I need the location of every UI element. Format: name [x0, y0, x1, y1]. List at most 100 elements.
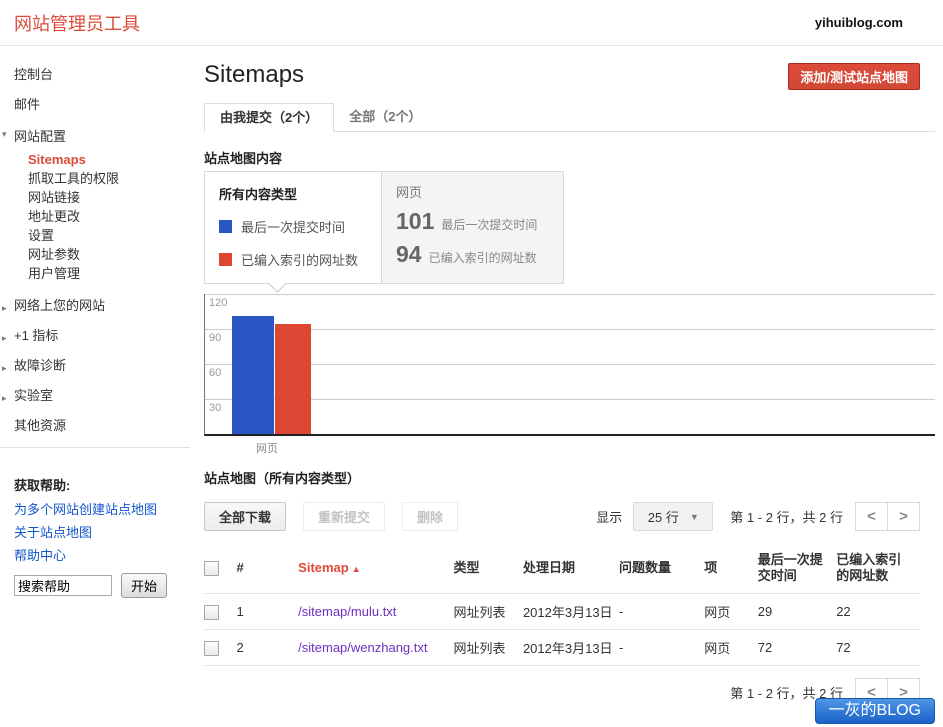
sidebar-group-site-configuration[interactable]: ▾ 网站配置 — [14, 126, 190, 145]
expanded-arrow-icon: ▾ — [2, 129, 7, 140]
delete-button[interactable]: 删除 — [402, 502, 458, 531]
stat-value: 101 — [396, 208, 434, 234]
gridline — [205, 399, 935, 400]
legend-label: 最后一次提交时间 — [241, 217, 345, 236]
sidebar-group-label: 实验室 — [14, 388, 53, 403]
sitemaps-table: # Sitemap▲ 类型 处理日期 问题数量 项 最后一次提交时间 已编入索引… — [204, 543, 920, 666]
col-header-sitemap[interactable]: Sitemap▲ — [298, 543, 453, 594]
sidebar-item-change-of-address[interactable]: 地址更改 — [28, 207, 190, 226]
collapsed-arrow-icon: ▸ — [2, 360, 7, 377]
table-row: 1 /sitemap/mulu.txt 网址列表 2012年3月13日 - 网页… — [204, 594, 920, 630]
sitemaps-table-heading: 站点地图（所有内容类型） — [204, 471, 935, 487]
y-tick-label: 30 — [209, 402, 221, 414]
cell-submitted: 72 — [758, 630, 836, 666]
add-test-sitemap-button[interactable]: 添加/测试站点地图 — [788, 63, 920, 90]
blog-watermark-badge: 一灰的BLOG — [815, 698, 935, 724]
sitemap-link[interactable]: /sitemap/mulu.txt — [298, 604, 396, 619]
stat-value: 94 — [396, 241, 422, 267]
sidebar-item-dashboard[interactable]: 控制台 — [14, 66, 190, 83]
table-toolbar: 全部下载 重新提交 删除 显示 25 行 ▼ 第 1 - 2 行，共 2 行 <… — [204, 502, 920, 531]
sidebar-item-user-management[interactable]: 用户管理 — [28, 264, 190, 283]
help-link-help-center[interactable]: 帮助中心 — [14, 549, 190, 563]
sidebar-divider — [0, 447, 190, 448]
sidebar-group-label: 故障诊断 — [14, 358, 66, 373]
show-label: 显示 — [596, 507, 622, 526]
resubmit-button[interactable]: 重新提交 — [303, 502, 385, 531]
bar-group-web-pages — [232, 316, 311, 434]
tab-bar: 由我提交（2个） 全部（2个） — [204, 103, 935, 132]
row-checkbox[interactable] — [204, 605, 219, 620]
help-link-create-sitemaps[interactable]: 为多个网站创建站点地图 — [14, 503, 190, 517]
sidebar-group-plus-one-metrics[interactable]: ▸ +1 指标 — [14, 327, 190, 344]
y-tick-label: 90 — [209, 332, 221, 344]
content-type-title: 所有内容类型 — [219, 184, 381, 203]
col-header-number: # — [236, 543, 298, 594]
sidebar-item-sitemaps[interactable]: Sitemaps — [28, 150, 190, 169]
col-header-type: 类型 — [454, 543, 523, 594]
page-size-value: 25 行 — [648, 507, 679, 526]
collapsed-arrow-icon: ▸ — [2, 390, 7, 407]
prev-page-button[interactable]: < — [855, 502, 888, 531]
table-header-row: # Sitemap▲ 类型 处理日期 问题数量 项 最后一次提交时间 已编入索引… — [204, 543, 920, 594]
legend-swatch-red-icon — [219, 253, 232, 266]
cell-issues: - — [619, 594, 704, 630]
cell-item: 网页 — [704, 630, 757, 666]
sidebar-item-sitelinks[interactable]: 网站链接 — [28, 188, 190, 207]
app-title: 网站管理员工具 — [14, 10, 140, 36]
legend-swatch-blue-icon — [219, 220, 232, 233]
collapsed-arrow-icon: ▸ — [2, 330, 7, 347]
webmaster-tools-page: 网站管理员工具 yihuiblog.com 控制台 邮件 ▾ 网站配置 Site… — [0, 0, 943, 727]
site-configuration-sublist: Sitemaps 抓取工具的权限 网站链接 地址更改 设置 网址参数 用户管理 — [28, 150, 190, 283]
sidebar-item-settings[interactable]: 设置 — [28, 226, 190, 245]
col-header-last-submitted: 最后一次提交时间 — [758, 543, 836, 594]
sitemap-link[interactable]: /sitemap/wenzhang.txt — [298, 640, 427, 655]
page-title: Sitemaps — [204, 62, 304, 88]
stat-submitted: 101 最后一次提交时间 — [396, 208, 563, 234]
col-header-indexed: 已编入索引的网址数 — [836, 543, 920, 594]
stat-label: 最后一次提交时间 — [441, 216, 537, 233]
sidebar-group-label: 网络上您的网站 — [14, 298, 105, 313]
content-type-panel[interactable]: 所有内容类型 最后一次提交时间 已编入索引的网址数 — [205, 172, 382, 283]
row-range-text: 第 1 - 2 行，共 2 行 — [730, 507, 843, 526]
sitemap-content-heading: 站点地图内容 — [204, 151, 935, 167]
sitemap-content-summary-box: 所有内容类型 最后一次提交时间 已编入索引的网址数 网页 101 — [204, 171, 564, 284]
help-search-go-button[interactable]: 开始 — [121, 573, 167, 598]
help-link-about-sitemaps[interactable]: 关于站点地图 — [14, 526, 190, 540]
sidebar-group-your-site-on-web[interactable]: ▸ 网络上您的网站 — [14, 297, 190, 314]
cell-indexed: 22 — [836, 594, 920, 630]
page-size-dropdown[interactable]: 25 行 ▼ — [633, 502, 713, 531]
collapsed-arrow-icon: ▸ — [2, 300, 7, 317]
cell-date: 2012年3月13日 — [523, 594, 619, 630]
bar-submitted — [232, 316, 274, 434]
sidebar-group-label: 网站配置 — [14, 129, 66, 144]
legend-item-indexed: 已编入索引的网址数 — [219, 250, 381, 269]
row-number: 1 — [236, 594, 298, 630]
sort-ascending-icon: ▲ — [352, 564, 361, 574]
sidebar-item-crawler-access[interactable]: 抓取工具的权限 — [28, 169, 190, 188]
y-tick-label: 60 — [209, 367, 221, 379]
row-number: 2 — [236, 630, 298, 666]
cell-type: 网址列表 — [454, 594, 523, 630]
panel-pointer-icon — [268, 274, 286, 292]
top-header: 网站管理员工具 yihuiblog.com — [0, 0, 943, 46]
next-page-button[interactable]: > — [887, 502, 920, 531]
tab-submitted-by-me[interactable]: 由我提交（2个） — [204, 103, 334, 132]
tab-all[interactable]: 全部（2个） — [334, 103, 436, 131]
download-all-button[interactable]: 全部下载 — [204, 502, 286, 531]
stats-panel-title: 网页 — [396, 182, 563, 201]
select-all-checkbox[interactable] — [204, 561, 219, 576]
sidebar-group-labs[interactable]: ▸ 实验室 — [14, 387, 190, 404]
gridline — [205, 329, 935, 330]
sitemap-bar-chart: 120 90 60 30 网页 — [204, 294, 935, 452]
help-search-input[interactable] — [14, 575, 112, 596]
col-header-issues: 问题数量 — [619, 543, 704, 594]
sidebar-group-diagnostics[interactable]: ▸ 故障诊断 — [14, 357, 190, 374]
sidebar-item-messages[interactable]: 邮件 — [14, 96, 190, 113]
help-section-title: 获取帮助: — [14, 475, 190, 494]
chart-plot-area: 120 90 60 30 — [204, 294, 935, 436]
sidebar-item-other-resources[interactable]: 其他资源 — [14, 417, 190, 434]
y-tick-label: 120 — [209, 297, 227, 309]
pagination: < > — [855, 502, 920, 531]
sidebar-item-url-parameters[interactable]: 网址参数 — [28, 245, 190, 264]
row-checkbox[interactable] — [204, 641, 219, 656]
